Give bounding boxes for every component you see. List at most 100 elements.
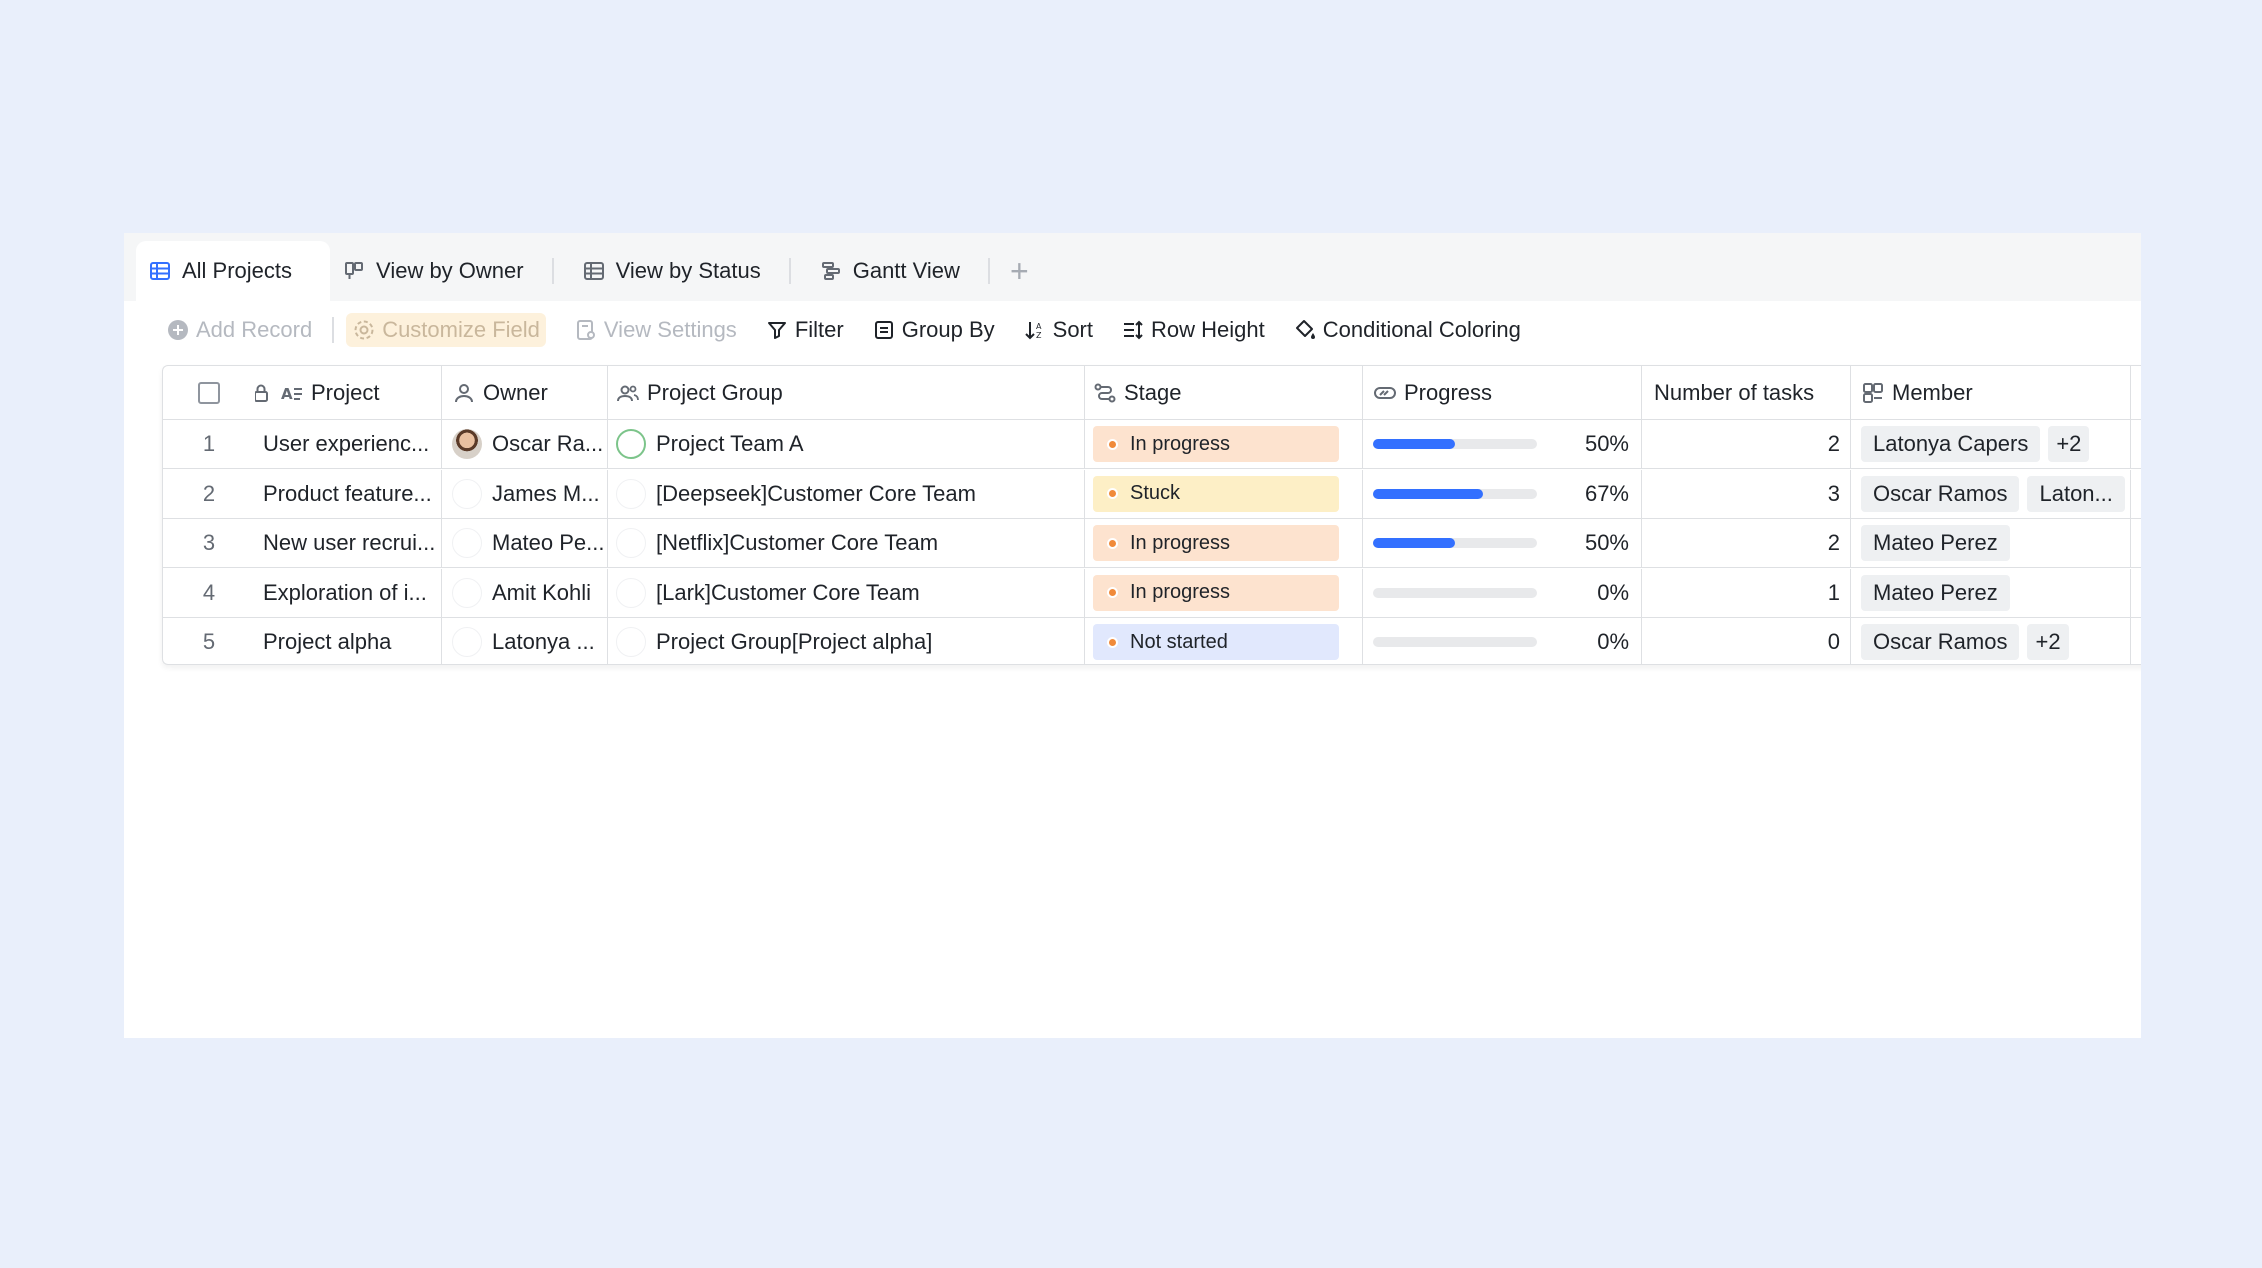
member-cell[interactable]: Latonya Capers +2 xyxy=(1851,420,2131,468)
number-of-tasks-cell[interactable]: 2 xyxy=(1642,519,1851,567)
add-record-label: Add Record xyxy=(196,317,313,342)
owner-cell[interactable]: Latonya ... xyxy=(442,618,608,664)
project-cell[interactable]: Exploration of i... xyxy=(255,568,442,617)
row-index: 3 xyxy=(202,530,216,555)
member-tag[interactable]: +2 xyxy=(2048,426,2090,462)
owner-cell[interactable]: Mateo Pe... xyxy=(442,519,608,567)
table-row[interactable]: 1 User experienc... Oscar Ra... Project … xyxy=(163,420,2141,469)
base-window: All Projects View by Owner View by Statu… xyxy=(124,233,2141,1038)
kanban-icon xyxy=(342,259,366,283)
progress-cell[interactable]: 50% xyxy=(1363,519,1642,567)
project-cell[interactable]: Project alpha xyxy=(255,618,442,664)
number-of-tasks-cell[interactable]: 1 xyxy=(1642,568,1851,617)
column-header-stage[interactable]: Stage xyxy=(1085,366,1363,419)
tab-gantt-view[interactable]: Gantt View xyxy=(791,241,988,301)
member-tag[interactable]: Mateo Perez xyxy=(1861,574,2010,611)
member-tag[interactable]: Laton... xyxy=(2027,475,2125,512)
group-icon xyxy=(616,381,640,405)
overflow-cell xyxy=(2131,420,2141,468)
row-height-label: Row Height xyxy=(1151,317,1265,342)
member-tag[interactable]: Oscar Ramos xyxy=(1861,475,2020,512)
toolbar-divider xyxy=(332,317,335,343)
progress-bar xyxy=(1373,488,1537,499)
customize-field-button[interactable]: Customize Field xyxy=(346,313,546,347)
table-row[interactable]: 5 Project alpha Latonya ... Project Grou… xyxy=(163,618,2141,664)
stage-badge: In progress xyxy=(1093,574,1339,611)
conditional-coloring-button[interactable]: Conditional Coloring xyxy=(1293,317,1521,343)
add-record-button[interactable]: Add Record xyxy=(166,317,312,343)
project-cell[interactable]: User experienc... xyxy=(255,420,442,468)
column-header-project[interactable]: A Project xyxy=(255,366,442,419)
column-header-label: Stage xyxy=(1124,379,1182,405)
number-of-tasks-cell[interactable]: 3 xyxy=(1642,469,1851,518)
member-cell[interactable]: Oscar Ramos Laton... xyxy=(1851,469,2131,518)
stage-cell[interactable]: In progress xyxy=(1085,420,1363,468)
view-settings-button[interactable]: View Settings xyxy=(574,317,737,343)
owner-cell[interactable]: Oscar Ra... xyxy=(442,420,608,468)
column-header-number-of-tasks[interactable]: Number of tasks xyxy=(1642,366,1851,419)
sort-label: Sort xyxy=(1052,317,1093,342)
tab-view-by-status[interactable]: View by Status xyxy=(554,241,789,301)
project-group-cell[interactable]: [Lark]Customer Core Team xyxy=(608,568,1085,617)
progress-cell[interactable]: 0% xyxy=(1363,568,1642,617)
member-tag[interactable]: +2 xyxy=(2027,624,2069,660)
tab-label: View by Status xyxy=(615,258,761,283)
column-header-member[interactable]: Member xyxy=(1851,366,2131,419)
member-tag[interactable]: Oscar Ramos xyxy=(1861,624,2020,660)
project-cell[interactable]: New user recrui... xyxy=(255,519,442,567)
column-header-project-group[interactable]: Project Group xyxy=(608,366,1085,419)
sort-button[interactable]: AZ Sort xyxy=(1023,317,1093,343)
tab-all-projects[interactable]: All Projects xyxy=(136,241,331,301)
progress-percent: 0% xyxy=(1597,579,1629,605)
stage-cell[interactable]: In progress xyxy=(1085,568,1363,617)
table-row[interactable]: 3 New user recrui... Mateo Pe... [Netfli… xyxy=(163,519,2141,568)
progress-cell[interactable]: 67% xyxy=(1363,469,1642,518)
table-row[interactable]: 4 Exploration of i... Amit Kohli [Lark]C… xyxy=(163,568,2141,618)
progress-cell[interactable]: 0% xyxy=(1363,618,1642,664)
add-view-button[interactable]: + xyxy=(990,241,1049,301)
progress-bar xyxy=(1373,538,1537,548)
select-all-cell xyxy=(163,366,255,419)
project-cell[interactable]: Product feature... xyxy=(255,469,442,518)
group-avatar-icon xyxy=(616,627,646,657)
member-tag[interactable]: Latonya Capers xyxy=(1861,426,2041,462)
table-row[interactable]: 2 Product feature... James M... [Deepsee… xyxy=(163,469,2141,519)
column-header-owner[interactable]: Owner xyxy=(442,366,608,419)
number-of-tasks-cell[interactable]: 0 xyxy=(1642,618,1851,664)
stage-cell[interactable]: Stuck xyxy=(1085,469,1363,518)
stage-cell[interactable]: In progress xyxy=(1085,519,1363,567)
group-avatar-icon xyxy=(616,478,646,509)
member-tag[interactable]: Mateo Perez xyxy=(1861,525,2010,561)
grid-table-icon xyxy=(148,259,172,283)
column-header-label: Number of tasks xyxy=(1654,379,1815,405)
svg-text:A: A xyxy=(281,385,293,403)
filter-button[interactable]: Filter xyxy=(765,317,844,343)
member-cell[interactable]: Oscar Ramos +2 xyxy=(1851,618,2131,664)
project-group-cell[interactable]: [Deepseek]Customer Core Team xyxy=(608,469,1085,518)
member-cell[interactable]: Mateo Perez xyxy=(1851,568,2131,617)
select-all-checkbox[interactable] xyxy=(198,381,220,404)
number-of-tasks-value: 2 xyxy=(1827,431,1840,456)
member-cell[interactable]: Mateo Perez xyxy=(1851,519,2131,567)
tab-view-by-owner[interactable]: View by Owner xyxy=(330,241,552,301)
project-group-cell[interactable]: Project Group[Project alpha] xyxy=(608,618,1085,664)
progress-cell[interactable]: 50% xyxy=(1363,420,1642,468)
project-group-cell[interactable]: Project Team A xyxy=(608,420,1085,468)
group-by-label: Group By xyxy=(901,317,995,342)
owner-cell[interactable]: James M... xyxy=(442,469,608,518)
stage-cell[interactable]: Not started xyxy=(1085,618,1363,664)
overflow-cell xyxy=(2131,519,2141,567)
stage-dot-icon xyxy=(1107,636,1118,648)
owner-cell[interactable]: Amit Kohli xyxy=(442,568,608,617)
stage-label: Stuck xyxy=(1130,482,1181,504)
group-by-icon xyxy=(872,318,896,342)
stage-badge: In progress xyxy=(1093,426,1339,462)
project-group-cell[interactable]: [Netflix]Customer Core Team xyxy=(608,519,1085,567)
row-height-button[interactable]: Row Height xyxy=(1121,317,1265,343)
project-name: Exploration of i... xyxy=(263,579,427,605)
number-of-tasks-cell[interactable]: 2 xyxy=(1642,420,1851,468)
progress-fill xyxy=(1373,488,1483,499)
column-header-overflow xyxy=(2131,366,2141,419)
column-header-progress[interactable]: Progress xyxy=(1363,366,1642,419)
group-by-button[interactable]: Group By xyxy=(872,317,995,343)
